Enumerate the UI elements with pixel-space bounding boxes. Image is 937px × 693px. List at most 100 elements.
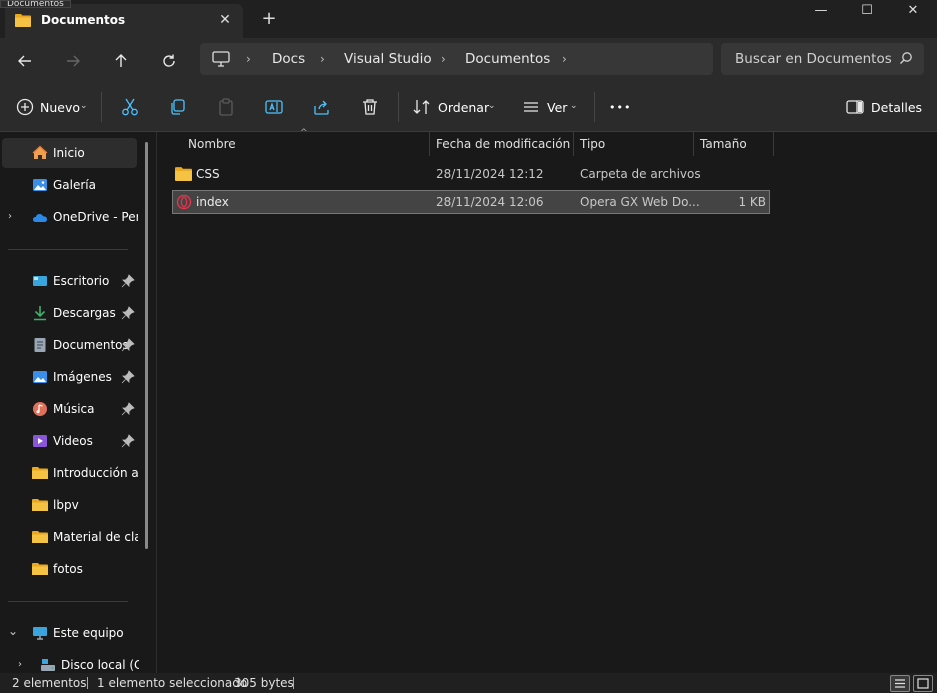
chevron-down-icon[interactable]: ⌄ xyxy=(80,98,88,114)
sidebar-item-videos[interactable]: Videos xyxy=(0,426,150,456)
sidebar-item-label: lbpv xyxy=(53,498,79,512)
documents-icon xyxy=(34,338,46,352)
view-icon xyxy=(524,102,538,112)
breadcrumb-separator[interactable]: › xyxy=(562,50,567,68)
chevron-down-icon[interactable]: ⌄ xyxy=(488,98,496,114)
breadcrumb-separator: › xyxy=(320,52,325,66)
list-view-icon xyxy=(895,679,905,688)
refresh-button[interactable] xyxy=(155,47,183,75)
sort-icon xyxy=(413,100,430,114)
tab-close-button[interactable]: ✕ xyxy=(215,10,235,30)
file-modified: 28/11/2024 12:12 xyxy=(436,167,544,181)
delete-icon[interactable] xyxy=(359,96,381,118)
status-divider xyxy=(87,677,88,689)
details-button[interactable]: Detalles xyxy=(871,100,922,116)
sidebar-item-label: Música xyxy=(53,402,95,416)
rename-icon[interactable] xyxy=(263,96,285,118)
folder-icon xyxy=(175,167,192,181)
file-list[interactable]: ^ Nombre Fecha de modificación Tipo Tama… xyxy=(158,128,937,673)
sidebar-divider xyxy=(8,249,128,250)
forward-button[interactable] xyxy=(59,47,87,75)
file-size: 1 KB xyxy=(738,195,766,209)
sidebar-item-imagenes[interactable]: Imágenes xyxy=(0,362,150,392)
view-button[interactable]: Ver xyxy=(547,100,567,116)
sidebar-item-galeria[interactable]: Galería xyxy=(0,170,150,200)
title-bar[interactable]: Documentos ✕ Documentos + — ☐ ✕ xyxy=(0,0,937,38)
search-placeholder: Buscar en Documentos xyxy=(735,51,892,67)
navigation-pane[interactable]: Inicio Galería › OneDrive - Personal Esc… xyxy=(0,132,157,673)
file-row-index[interactable]: index 28/11/2024 12:06 Opera GX Web Do..… xyxy=(172,190,770,214)
gallery-icon xyxy=(33,179,47,191)
sidebar-item-label: Material de clase xyxy=(53,530,138,544)
sidebar-item-label: Galería xyxy=(53,178,96,192)
column-header-type[interactable]: Tipo xyxy=(574,132,694,156)
column-header-name[interactable]: Nombre xyxy=(182,132,430,156)
tiles-view-button[interactable] xyxy=(913,675,933,692)
sidebar-item-label: Inicio xyxy=(53,146,85,160)
chevron-down-icon[interactable]: ⌄ xyxy=(8,624,18,638)
tab-title: Documentos xyxy=(41,13,126,27)
column-header-modified[interactable]: Fecha de modificación xyxy=(430,132,574,156)
pin-icon[interactable] xyxy=(121,274,135,288)
sidebar-item-descargas[interactable]: Descargas xyxy=(0,298,150,328)
chevron-right-icon[interactable]: › xyxy=(18,658,22,672)
close-window-button[interactable]: ✕ xyxy=(890,0,936,24)
address-bar[interactable]: › Docs › Visual Studio › Documentos › xyxy=(200,43,713,75)
breadcrumb-visual-studio[interactable]: Visual Studio xyxy=(344,50,432,68)
pin-icon[interactable] xyxy=(121,370,135,384)
pin-icon[interactable] xyxy=(121,434,135,448)
sidebar-item-este-equipo[interactable]: ⌄ Este equipo xyxy=(0,618,150,648)
chevron-right-icon[interactable]: › xyxy=(8,210,12,224)
toolbar-divider xyxy=(594,92,595,122)
sidebar-item-fotos[interactable]: fotos xyxy=(0,554,150,584)
details-view-button[interactable] xyxy=(890,675,910,692)
sidebar-item-label: Este equipo xyxy=(53,626,124,640)
sidebar-item-inicio[interactable]: Inicio xyxy=(2,138,137,168)
file-row-css[interactable]: CSS 28/11/2024 12:12 Carpeta de archivos xyxy=(172,162,770,186)
selection-size: 305 bytes xyxy=(234,676,294,690)
column-header-size[interactable]: Tamaño xyxy=(694,132,774,156)
new-tab-button[interactable]: + xyxy=(258,8,280,30)
sort-button[interactable]: Ordenar xyxy=(438,100,489,116)
sidebar-item-escritorio[interactable]: Escritorio xyxy=(0,266,150,296)
sidebar-item-label: Escritorio xyxy=(53,274,110,288)
command-bar: Nuevo ⌄ Ordenar ⌄ Ver ⌄ ••• Detalles xyxy=(0,84,937,132)
breadcrumb-documentos[interactable]: Documentos xyxy=(465,50,550,68)
item-count: 2 elementos xyxy=(12,676,87,690)
sidebar-item-introduccion[interactable]: Introducción a S xyxy=(0,458,150,488)
sidebar-scrollbar[interactable] xyxy=(145,142,148,549)
up-button[interactable] xyxy=(107,47,135,75)
pin-icon[interactable] xyxy=(121,306,135,320)
copy-icon[interactable] xyxy=(167,96,189,118)
pin-icon[interactable] xyxy=(121,402,135,416)
file-name: CSS xyxy=(196,167,220,181)
sidebar-item-onedrive[interactable]: › OneDrive - Personal xyxy=(0,202,150,232)
share-icon[interactable] xyxy=(311,96,333,118)
refresh-icon xyxy=(163,54,175,67)
search-input[interactable]: Buscar en Documentos xyxy=(721,43,924,75)
sidebar-item-label: OneDrive - Personal xyxy=(53,210,138,224)
sidebar-item-material-de-clase[interactable]: Material de clase xyxy=(0,522,150,552)
sidebar-item-musica[interactable]: Música xyxy=(0,394,150,424)
breadcrumb-docs[interactable]: Docs xyxy=(272,50,305,68)
more-options-button[interactable]: ••• xyxy=(609,100,631,116)
plus-circle-icon xyxy=(16,98,34,116)
minimize-button[interactable]: — xyxy=(798,0,844,24)
tab-documentos[interactable]: Documentos ✕ xyxy=(5,4,243,38)
sidebar-item-label: Descargas xyxy=(53,306,116,320)
pictures-icon xyxy=(33,371,47,383)
paste-icon[interactable] xyxy=(215,96,237,118)
pin-icon[interactable] xyxy=(121,338,135,352)
sidebar-item-documentos[interactable]: Documentos xyxy=(0,330,150,360)
chevron-down-icon[interactable]: ⌄ xyxy=(570,98,578,114)
new-button[interactable]: Nuevo xyxy=(40,100,80,116)
maximize-button[interactable]: ☐ xyxy=(844,0,890,24)
onedrive-icon xyxy=(33,214,47,222)
details-pane-icon xyxy=(846,100,864,114)
back-button[interactable] xyxy=(11,47,39,75)
breadcrumb-separator: › xyxy=(246,52,251,66)
status-bar: 2 elementos 1 elemento seleccionado 305 … xyxy=(0,673,937,693)
cut-icon[interactable] xyxy=(119,96,141,118)
sidebar-item-label: Imágenes xyxy=(53,370,112,384)
sidebar-item-lbpv[interactable]: lbpv xyxy=(0,490,150,520)
